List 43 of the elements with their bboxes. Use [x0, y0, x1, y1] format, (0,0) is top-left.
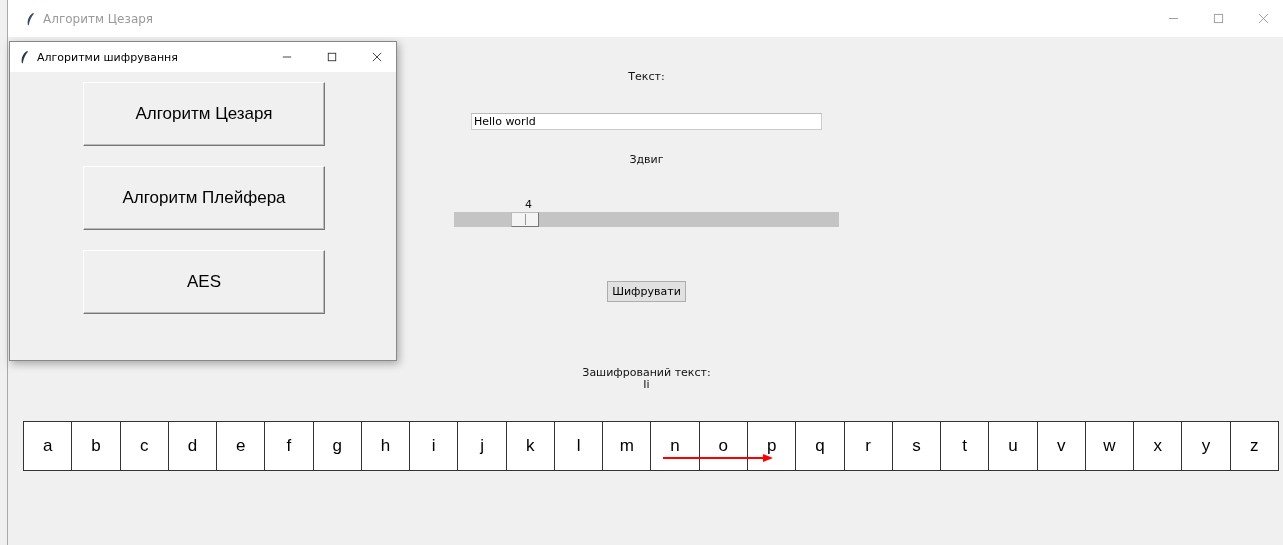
letter-cell: t — [941, 421, 990, 471]
letter-cell: m — [603, 421, 652, 471]
result-text: Ii — [643, 379, 650, 391]
letter-cell: q — [796, 421, 845, 471]
letter-cell: f — [265, 421, 314, 471]
window-title: Алгоритм Цезаря — [43, 11, 154, 26]
slider-value: 4 — [525, 198, 533, 211]
result-label: Зашифрований текст: — [582, 366, 711, 379]
letter-cell: j — [458, 421, 507, 471]
dialog-title: Алгоритми шифрування — [37, 50, 178, 64]
letter-cell: d — [168, 421, 218, 471]
letter-cell: g — [313, 421, 362, 471]
letter-cell: v — [1037, 421, 1086, 471]
letter-cell: u — [989, 421, 1038, 471]
letter-cell: e — [217, 421, 266, 471]
letter-cell: a — [23, 421, 73, 471]
algorithm-button[interactable]: Алгоритм Цезаря — [83, 82, 325, 146]
algorithm-button[interactable]: Алгоритм Плейфера — [83, 166, 325, 230]
letter-cell: r — [844, 421, 893, 471]
text-input-field[interactable]: Hello world — [471, 113, 822, 130]
letter-cell: c — [120, 421, 169, 471]
letter-cell: y — [1182, 421, 1231, 471]
letter-cell: k — [506, 421, 555, 471]
text-label: Текст: — [628, 70, 665, 83]
letter-cell: b — [72, 421, 121, 471]
slider-thumb[interactable] — [511, 212, 540, 227]
letter-cell: s — [892, 421, 942, 471]
letter-cell: w — [1085, 421, 1135, 471]
letter-cell: x — [1134, 421, 1183, 471]
letter-cell: h — [361, 421, 411, 471]
feather-icon — [20, 50, 29, 64]
maximize-icon[interactable] — [327, 52, 337, 62]
shift-label: Здвиг — [629, 153, 664, 166]
encrypt-button[interactable]: Шифрувати — [607, 281, 686, 302]
feather-icon — [26, 11, 35, 26]
letter-cell: o — [699, 421, 748, 471]
letter-cell: l — [554, 421, 604, 471]
letter-cell: n — [651, 421, 700, 471]
letter-cell: p — [748, 421, 797, 471]
algorithm-button[interactable]: AES — [83, 250, 325, 314]
letter-cell: i — [410, 421, 459, 471]
letter-cell: z — [1230, 421, 1279, 471]
close-icon[interactable] — [372, 52, 382, 62]
